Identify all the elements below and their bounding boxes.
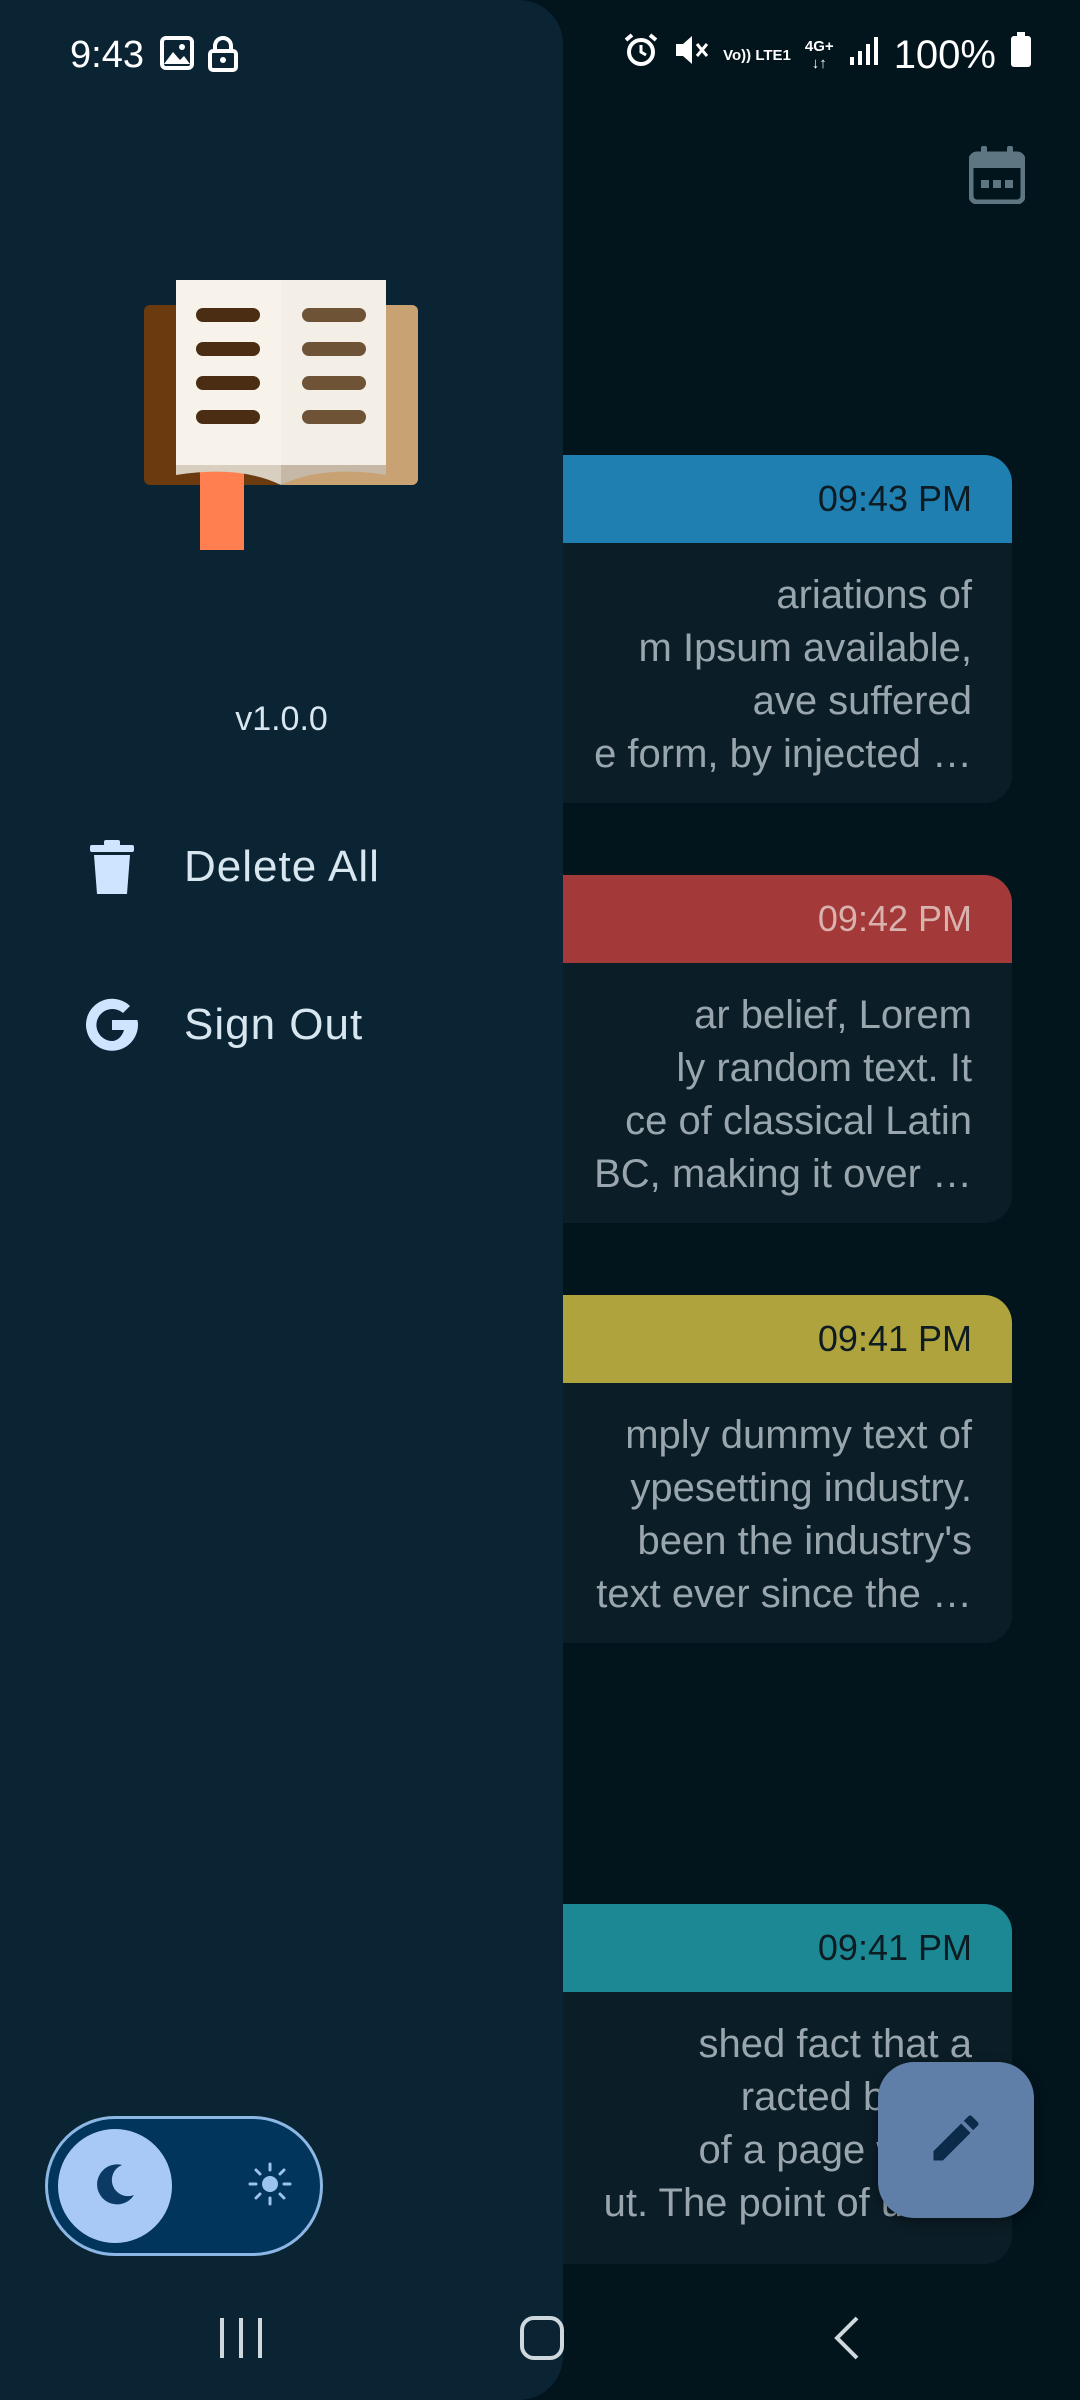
note-text: ariations of m Ipsum available, ave suff… bbox=[594, 573, 972, 776]
theme-toggle[interactable] bbox=[45, 2116, 323, 2256]
sun-icon bbox=[248, 2162, 292, 2211]
light-mode-option[interactable] bbox=[233, 2149, 307, 2223]
battery-percent: 100% bbox=[893, 32, 996, 77]
book-logo-icon bbox=[140, 270, 422, 560]
signal-icon bbox=[848, 34, 880, 77]
app-version: v1.0.0 bbox=[235, 700, 328, 738]
moon-icon bbox=[92, 2161, 138, 2212]
volte-label: Vo)) LTE1 bbox=[723, 46, 791, 64]
note-card[interactable]: 09:41 PM mply dummy text of ypesetting i… bbox=[500, 1295, 1012, 1643]
lock-icon bbox=[208, 36, 238, 82]
google-icon bbox=[80, 993, 144, 1057]
note-time: 09:41 PM bbox=[817, 1318, 972, 1359]
image-icon bbox=[160, 36, 194, 82]
network-label: 4G+ bbox=[804, 38, 834, 55]
sign-out-label: Sign Out bbox=[184, 1000, 364, 1049]
note-time: 09:43 PM bbox=[817, 478, 972, 519]
note-header: 09:43 PM bbox=[500, 455, 1012, 543]
alarm-icon bbox=[623, 32, 659, 78]
status-bar: 9:43 Vo)) LTE1 4G+ ↓↑ 100% bbox=[0, 0, 1080, 110]
note-text: ar belief, Lorem ly random text. It ce o… bbox=[594, 993, 972, 1196]
status-time: 9:43 bbox=[70, 34, 144, 76]
note-text: mply dummy text of ypesetting industry. … bbox=[596, 1413, 972, 1616]
battery-icon bbox=[1010, 32, 1032, 78]
note-header: 09:41 PM bbox=[500, 1295, 1012, 1383]
volte-icon: Vo)) LTE1 bbox=[723, 47, 791, 64]
home-icon bbox=[518, 2314, 566, 2367]
system-nav-bar bbox=[0, 2280, 1080, 2400]
mute-icon bbox=[673, 32, 709, 78]
back-icon bbox=[829, 2314, 865, 2367]
new-note-button[interactable] bbox=[878, 2062, 1034, 2218]
delete-all-label: Delete All bbox=[184, 842, 380, 891]
note-card[interactable]: 09:42 PM ar belief, Lorem ly random text… bbox=[500, 875, 1012, 1223]
note-time: 09:42 PM bbox=[817, 898, 972, 939]
note-card[interactable]: 09:43 PM ariations of m Ipsum available,… bbox=[500, 455, 1012, 803]
home-button[interactable] bbox=[507, 2310, 577, 2370]
note-time: 09:41 PM bbox=[817, 1927, 972, 1968]
4g-icon: 4G+ ↓↑ bbox=[805, 38, 834, 72]
recent-apps-button[interactable] bbox=[206, 2310, 276, 2370]
trash-icon bbox=[80, 835, 144, 899]
navigation-drawer: v1.0.0 Delete All Sign Out bbox=[0, 0, 563, 2400]
back-button[interactable] bbox=[812, 2310, 882, 2370]
pencil-icon bbox=[926, 2108, 986, 2173]
dark-mode-option[interactable] bbox=[58, 2129, 172, 2243]
recent-apps-icon bbox=[218, 2316, 264, 2365]
sign-out-item[interactable]: Sign Out bbox=[80, 980, 363, 1070]
note-header: 09:42 PM bbox=[500, 875, 1012, 963]
calendar-icon[interactable] bbox=[962, 140, 1032, 210]
data-arrows-icon: ↓↑ bbox=[811, 55, 827, 72]
note-header: 09:41 PM bbox=[500, 1904, 1012, 1992]
delete-all-item[interactable]: Delete All bbox=[80, 822, 380, 912]
